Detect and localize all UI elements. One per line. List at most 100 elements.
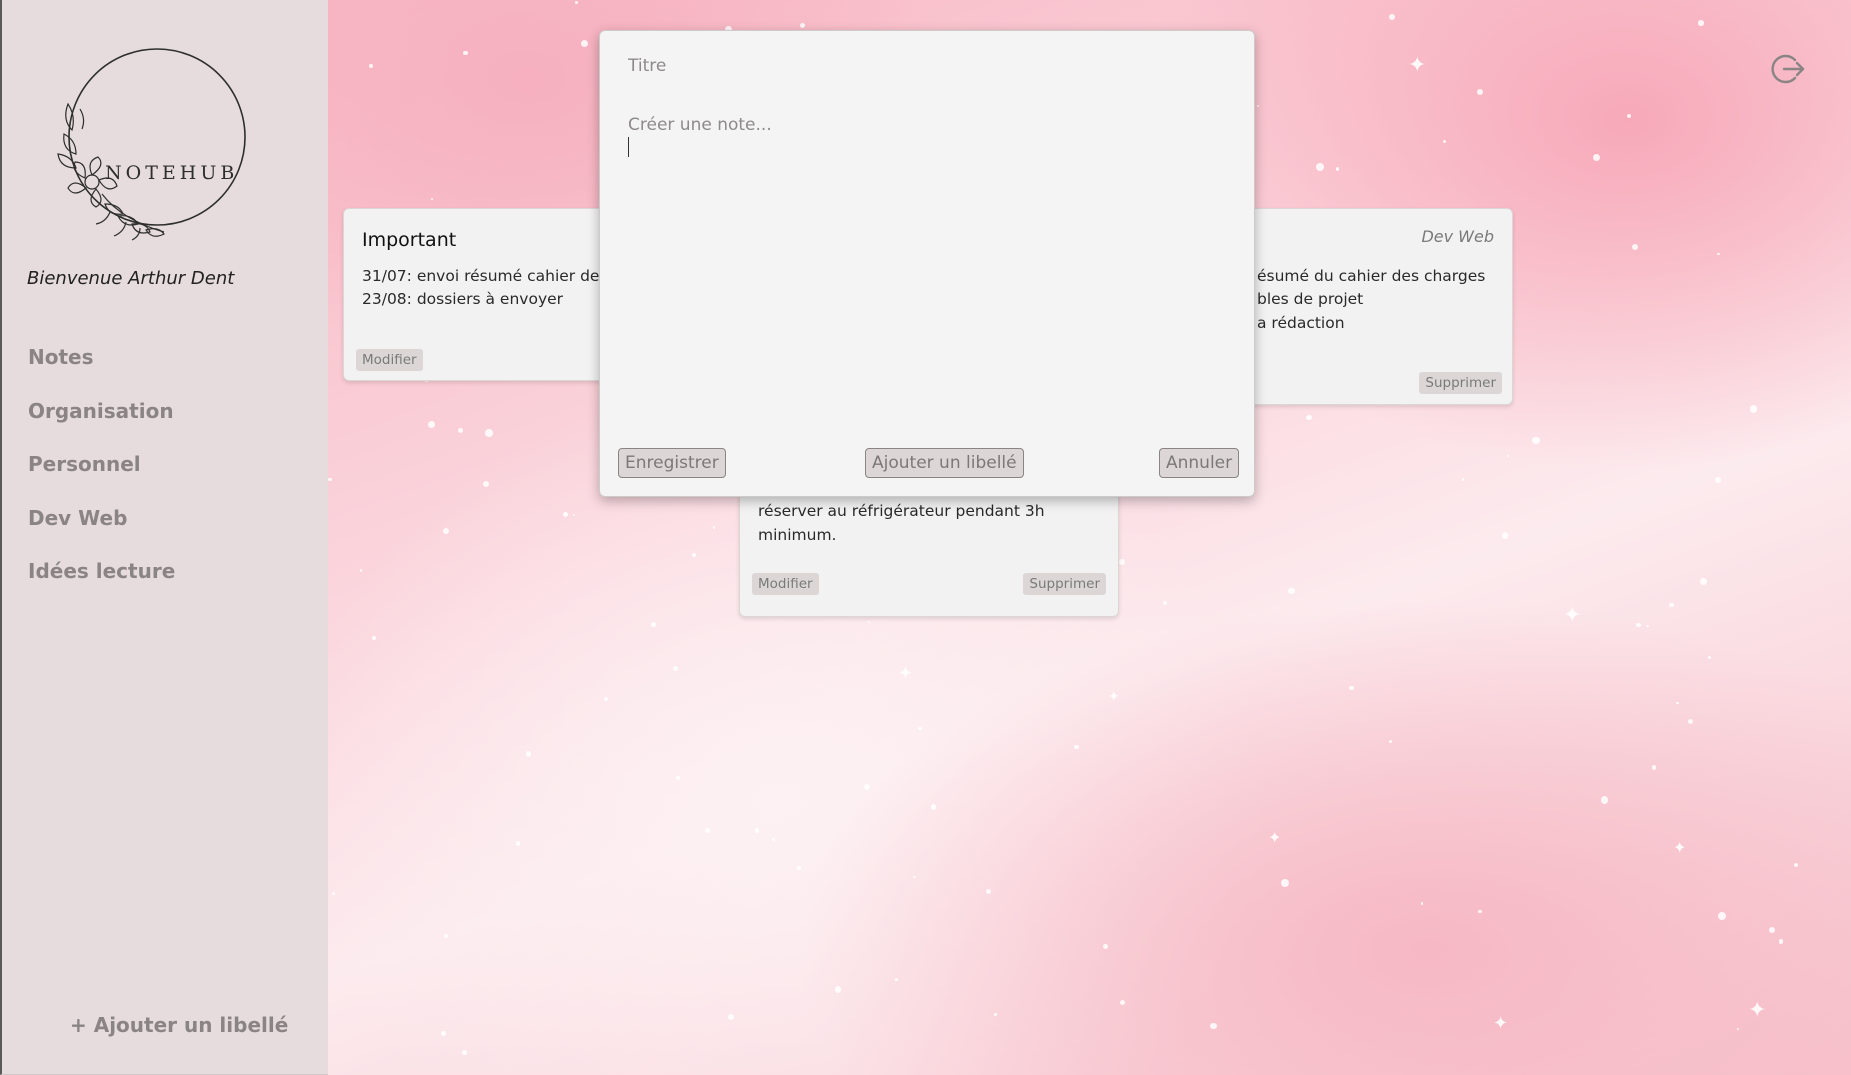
sparkle-dot — [1769, 926, 1776, 933]
sparkle-dot — [359, 569, 362, 572]
cancel-button[interactable]: Annuler — [1159, 448, 1240, 478]
sparkle-dot — [1626, 113, 1632, 119]
sparkle-dot — [863, 784, 871, 791]
sparkle-dot — [913, 875, 917, 879]
sparkle-dot — [1698, 20, 1704, 26]
sparkle-dot — [1646, 624, 1649, 628]
sparkle-dot — [1651, 765, 1657, 770]
sparkle-dot — [443, 933, 448, 939]
delete-button[interactable]: Supprimer — [1023, 573, 1106, 595]
sparkle-dot — [1316, 163, 1325, 172]
sparkle-dot — [1306, 414, 1312, 421]
note-card-important[interactable]: Important 31/07: envoi résumé cahier des… — [343, 208, 613, 381]
sparkle-dot — [1210, 1022, 1217, 1029]
sparkle-star: ✦ — [1268, 828, 1282, 847]
sparkle-dot — [1794, 863, 1799, 868]
note-text-line: minimum. — [758, 526, 837, 544]
modify-button[interactable]: Modifier — [356, 349, 423, 371]
sparkle-dot — [603, 697, 609, 702]
sparkle-dot — [1074, 744, 1079, 750]
note-body-textarea[interactable] — [628, 101, 1228, 371]
sparkle-dot — [372, 636, 377, 641]
sparkle-dot — [1462, 478, 1465, 481]
note-card-dev-web[interactable]: Dev Web ésumé du cahier des charges bles… — [1240, 208, 1513, 405]
sparkle-dot — [369, 64, 374, 69]
sparkle-dot — [651, 621, 657, 628]
note-title: Important — [362, 229, 457, 251]
sparkle-dot — [1778, 939, 1784, 944]
notehub-logo: NOTEHUB — [50, 44, 250, 244]
sparkle-dot — [986, 888, 992, 894]
sparkle-star: ✦ — [1493, 1013, 1509, 1034]
sparkle-dot — [704, 828, 710, 833]
welcome-message: Bienvenue Arthur Dent — [27, 268, 235, 289]
sparkle-dot — [1280, 879, 1289, 888]
note-editor-modal: Enregistrer Ajouter un libellé Annuler — [599, 30, 1255, 497]
sidebar-nav: Notes Organisation Personnel Dev Web Idé… — [28, 342, 175, 610]
sidebar-item-personnel[interactable]: Personnel — [28, 449, 175, 503]
sparkle-dot — [1749, 405, 1758, 413]
sparkle-dot — [1102, 944, 1108, 949]
sparkle-dot — [1600, 796, 1609, 805]
note-text-line: 31/07: envoi résumé cahier des — [362, 267, 608, 285]
note-text-line: ésumé du cahier des charges — [1257, 267, 1486, 285]
app-logo-text: NOTEHUB — [105, 162, 239, 184]
sparkle-star: ✦ — [1408, 53, 1427, 78]
sparkle-dot — [1349, 685, 1354, 691]
sparkle-dot — [581, 39, 588, 47]
sidebar-item-notes[interactable]: Notes — [28, 342, 175, 396]
text-caret — [628, 137, 629, 157]
sparkle-dot — [1669, 602, 1674, 608]
title-input[interactable] — [628, 51, 1228, 81]
note-text-line: 23/08: dossiers à envoyer — [362, 290, 564, 308]
sparkle-dot — [1632, 243, 1639, 250]
sparkle-dot — [574, 0, 578, 4]
sparkle-dot — [1736, 1028, 1739, 1031]
add-label-button[interactable]: Ajouter un libellé — [865, 448, 1024, 478]
sparkle-dot — [1476, 88, 1483, 95]
sparkle-dot — [692, 553, 696, 558]
sparkle-dot — [1531, 436, 1540, 445]
sparkle-dot — [1676, 701, 1680, 705]
sparkle-dot — [894, 977, 898, 981]
sidebar-item-organisation[interactable]: Organisation — [28, 396, 175, 450]
sparkle-star: ✦ — [898, 663, 914, 684]
sidebar-item-dev-web[interactable]: Dev Web — [28, 503, 175, 557]
sparkle-dot — [675, 776, 680, 781]
sparkle-dot — [442, 528, 449, 535]
sidebar-item-idees-lecture[interactable]: Idées lecture — [28, 556, 175, 610]
note-label: Dev Web — [1421, 227, 1494, 246]
sparkle-dot — [525, 751, 532, 757]
sparkle-dot — [1388, 14, 1395, 21]
sparkle-dot — [430, 197, 434, 200]
sparkle-dot — [457, 427, 464, 434]
sparkle-dot — [713, 526, 716, 529]
sparkle-dot — [930, 804, 937, 811]
sparkle-dot — [1335, 167, 1340, 171]
sparkle-dot — [463, 50, 468, 56]
sparkle-dot — [1687, 718, 1693, 724]
note-text-line: réserver au réfrigérateur pendant 3h — [758, 502, 1045, 520]
logout-icon[interactable] — [1769, 51, 1805, 87]
sparkle-dot — [867, 620, 870, 623]
add-label-button[interactable]: + Ajouter un libellé — [70, 1013, 288, 1037]
delete-button[interactable]: Supprimer — [1419, 372, 1502, 394]
save-button[interactable]: Enregistrer — [618, 448, 726, 478]
sparkle-dot — [796, 865, 802, 871]
sparkle-dot — [1714, 476, 1722, 484]
sparkle-dot — [672, 665, 678, 671]
sparkle-dot — [754, 828, 760, 833]
sparkle-dot — [994, 1013, 998, 1016]
sparkle-star: ✦ — [1108, 689, 1120, 705]
note-text-line: bles de projet — [1257, 290, 1364, 308]
sparkle-dot — [1507, 454, 1510, 457]
sparkle-dot — [1162, 601, 1167, 606]
sparkle-dot — [1700, 577, 1707, 585]
sparkle-dot — [834, 986, 842, 993]
sparkle-dot — [772, 837, 776, 842]
sparkle-dot — [1501, 532, 1509, 539]
sparkle-dot — [515, 840, 521, 846]
sparkle-star: ✦ — [1673, 838, 1687, 857]
sparkle-dot — [1118, 558, 1126, 566]
modify-button[interactable]: Modifier — [752, 573, 819, 595]
